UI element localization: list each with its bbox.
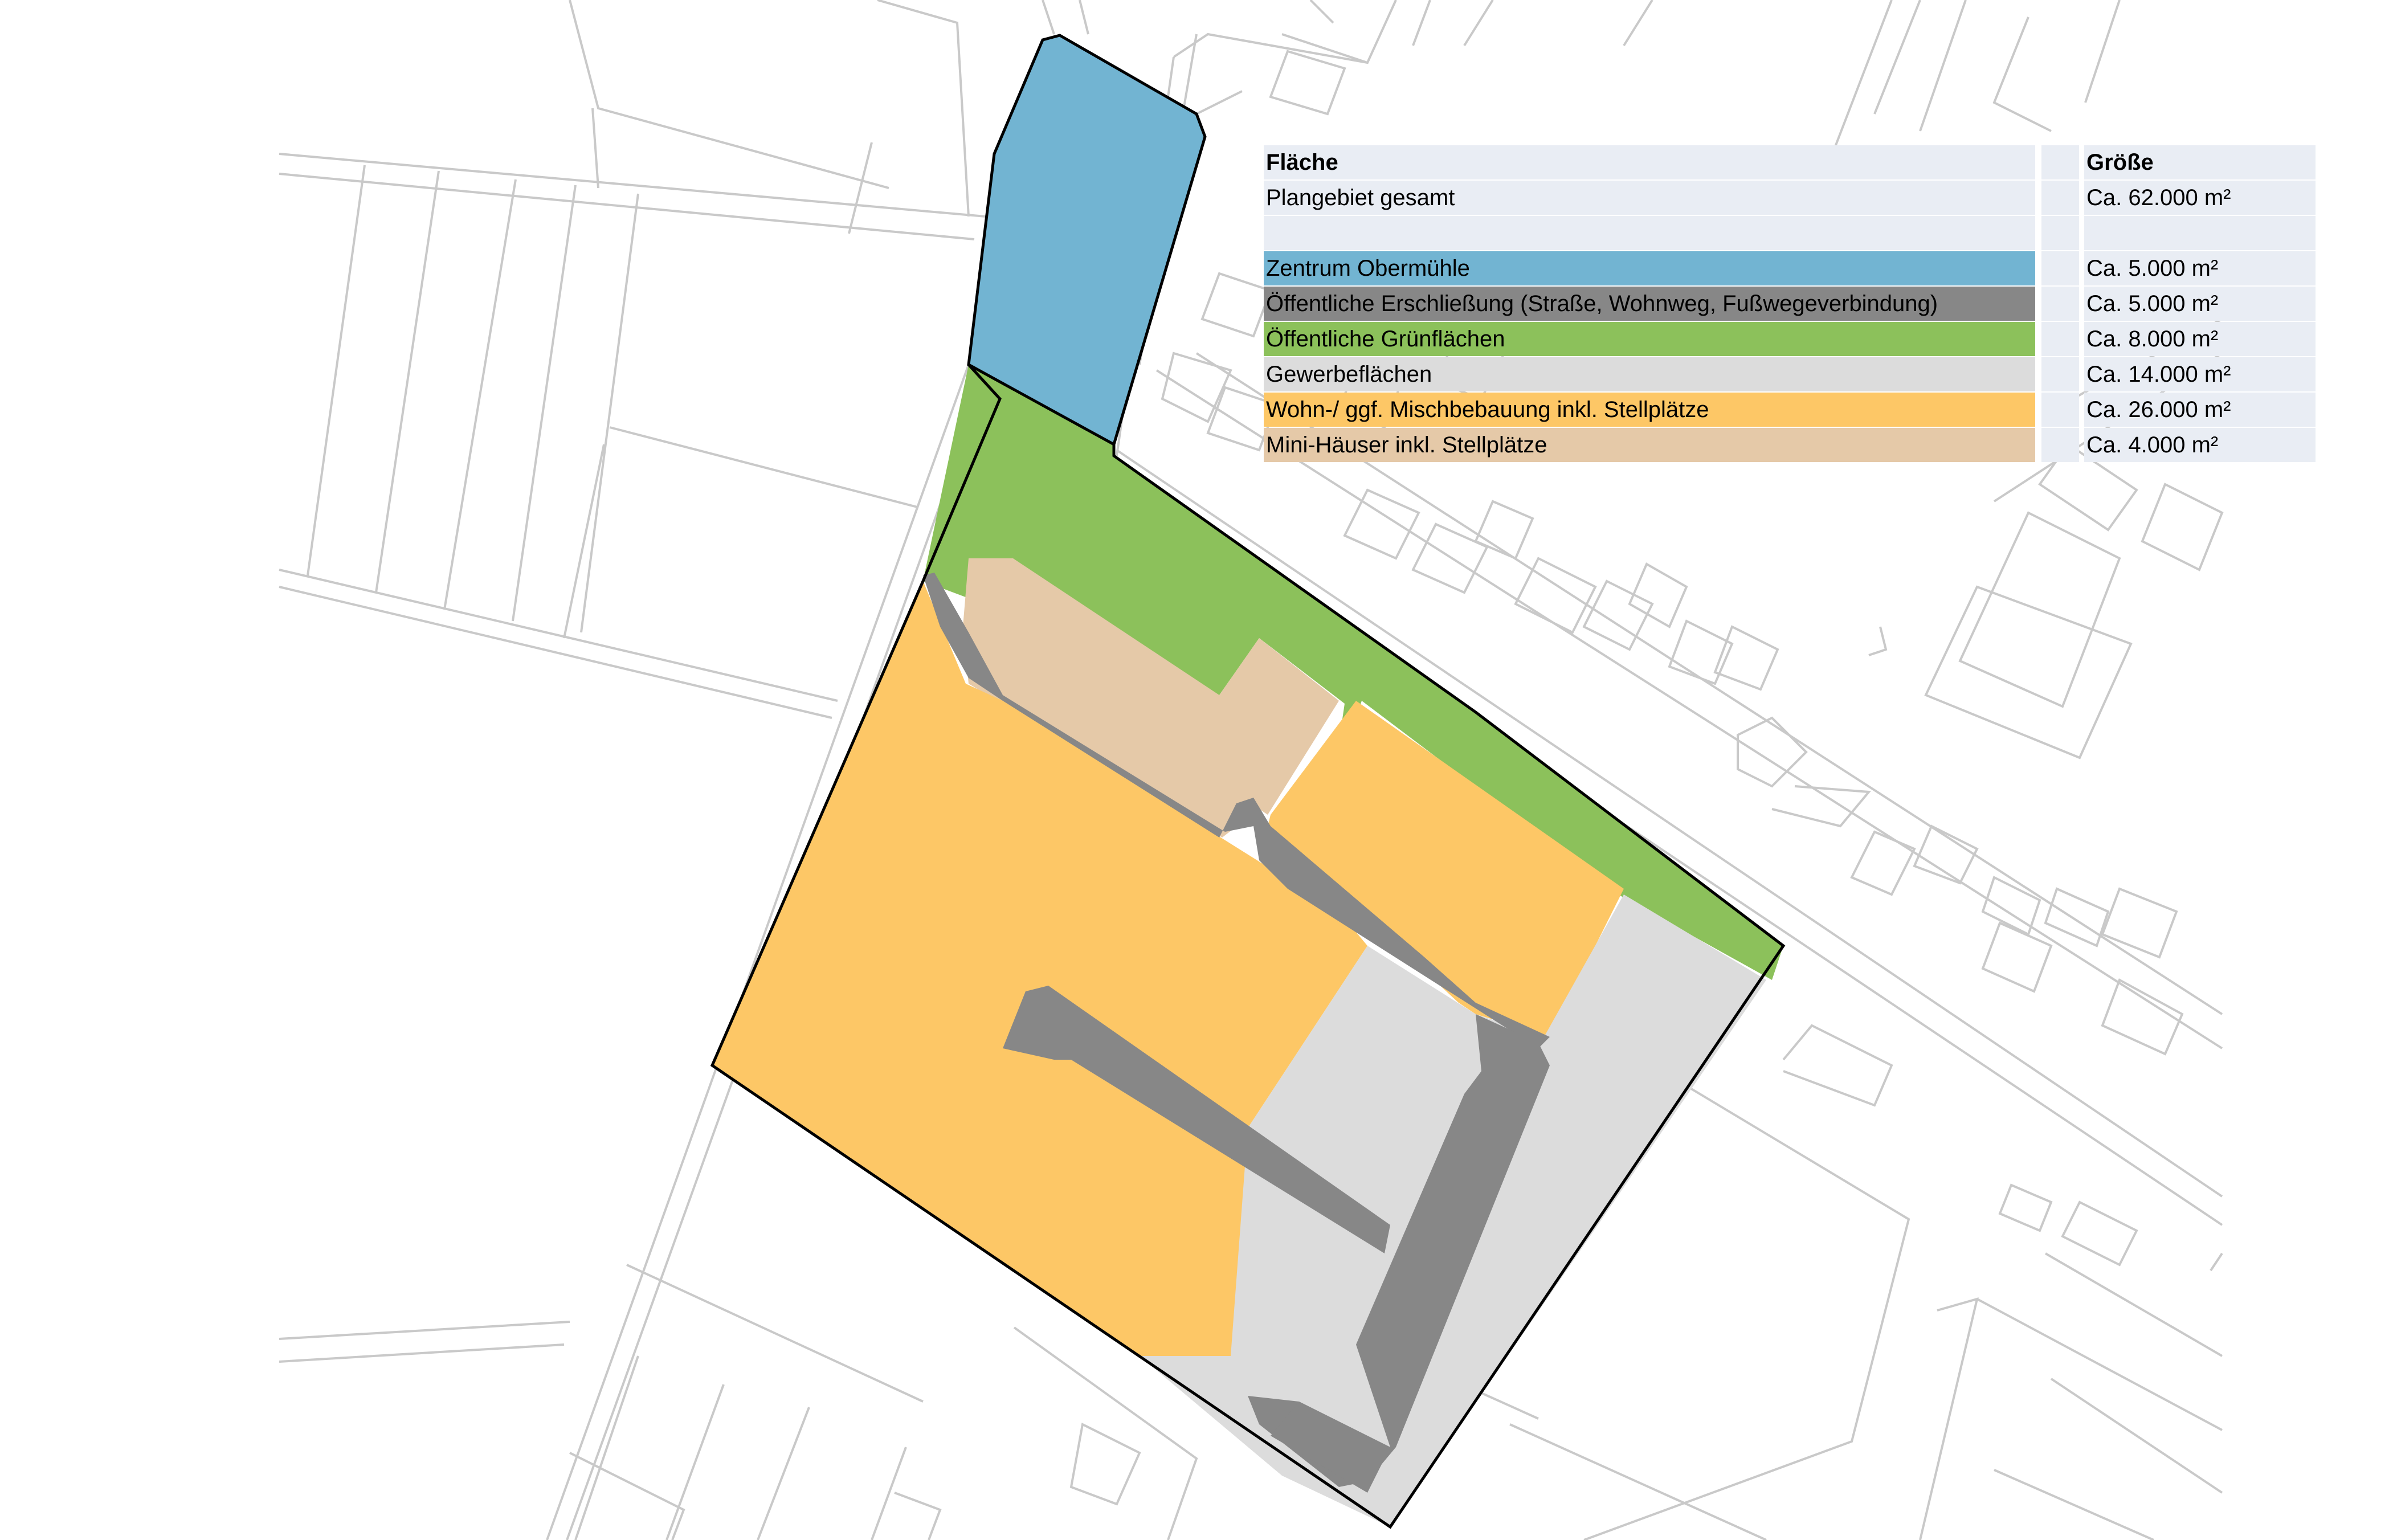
legend-header-size: Größe xyxy=(2084,145,2316,179)
legend-row: Öffentliche Grünflächen Ca. 8.000 m² xyxy=(1264,322,2316,357)
legend-spacer xyxy=(2041,322,2079,356)
legend-spacer xyxy=(2041,145,2079,179)
legend-row-size: Ca. 4.000 m² xyxy=(2084,428,2316,462)
legend-spacer xyxy=(2041,428,2079,462)
legend-spacer xyxy=(2041,287,2079,321)
legend-row-label: Zentrum Obermühle xyxy=(1264,251,2035,285)
legend-row-label: Öffentliche Erschließung (Straße, Wohnwe… xyxy=(1264,287,2035,321)
legend-row: Zentrum Obermühle Ca. 5.000 m² xyxy=(1264,251,2316,287)
legend-row-label: Öffentliche Grünflächen xyxy=(1264,322,2035,356)
legend-empty-cell xyxy=(2084,216,2316,250)
legend-row-size: Ca. 26.000 m² xyxy=(2084,393,2316,427)
legend-total-size: Ca. 62.000 m² xyxy=(2084,181,2316,215)
legend-header-row: Fläche Größe xyxy=(1264,145,2316,181)
legend-row: Gewerbeflächen Ca. 14.000 m² xyxy=(1264,357,2316,393)
area-legend-table: Fläche Größe Plangebiet gesamt Ca. 62.00… xyxy=(1264,145,2316,463)
legend-row: Wohn-/ ggf. Mischbebauung inkl. Stellplä… xyxy=(1264,393,2316,428)
legend-row-size: Ca. 8.000 m² xyxy=(2084,322,2316,356)
legend-row-size: Ca. 5.000 m² xyxy=(2084,251,2316,285)
legend-spacer xyxy=(2041,251,2079,285)
legend-category-rows: Zentrum Obermühle Ca. 5.000 m² Öffentliche… xyxy=(1264,251,2316,463)
legend-row: Mini-Häuser inkl. Stellplätze Ca. 4.000 m… xyxy=(1264,428,2316,463)
legend-row-size: Ca. 14.000 m² xyxy=(2084,357,2316,391)
blue-area xyxy=(967,34,1207,447)
legend-spacer xyxy=(2041,216,2079,250)
legend-row: Öffentliche Erschließung (Straße, Wohnwe… xyxy=(1264,287,2316,322)
legend-row-size: Ca. 5.000 m² xyxy=(2084,287,2316,321)
legend-empty-row xyxy=(1264,216,2316,251)
legend-spacer xyxy=(2041,393,2079,427)
legend-total-label: Plangebiet gesamt xyxy=(1264,181,2035,215)
legend-empty-cell xyxy=(1264,216,2035,250)
legend-row-label: Gewerbeflächen xyxy=(1264,357,2035,391)
legend-header-label: Fläche xyxy=(1264,145,2035,179)
legend-row-label: Wohn-/ ggf. Mischbebauung inkl. Stellplä… xyxy=(1264,393,2035,427)
legend-spacer xyxy=(2041,181,2079,215)
legend-total-row: Plangebiet gesamt Ca. 62.000 m² xyxy=(1264,181,2316,216)
legend-row-label: Mini-Häuser inkl. Stellplätze xyxy=(1264,428,2035,462)
legend-spacer xyxy=(2041,357,2079,391)
